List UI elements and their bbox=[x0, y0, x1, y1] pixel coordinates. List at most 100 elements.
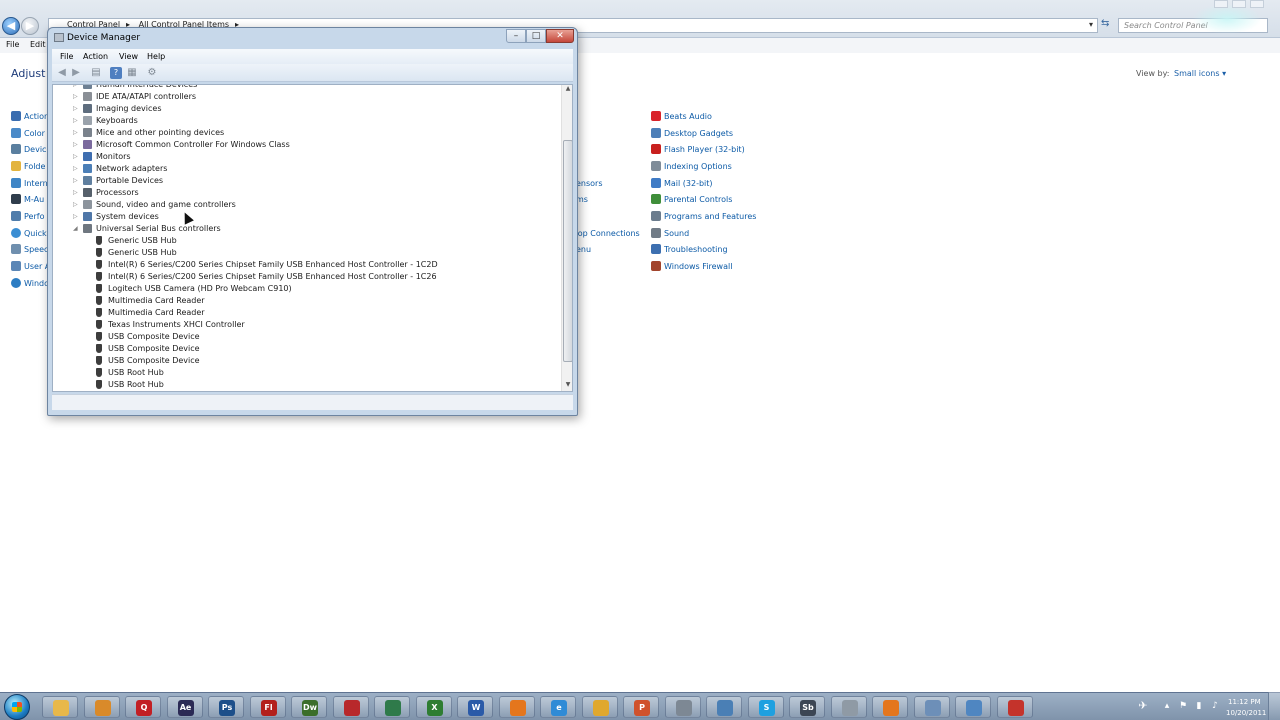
cp-item-internet[interactable]: Intern bbox=[11, 178, 48, 190]
tree-device[interactable]: Logitech USB Camera (HD Pro Webcam C910) bbox=[53, 283, 561, 295]
expand-icon[interactable]: ▷ bbox=[73, 103, 81, 115]
scroll-down-icon[interactable]: ▼ bbox=[562, 381, 572, 391]
taskbar-button[interactable]: Sb bbox=[789, 696, 825, 718]
vertical-scrollbar[interactable]: ▲ ▼ bbox=[561, 85, 572, 391]
show-desktop-button[interactable] bbox=[1268, 692, 1280, 720]
show-hidden-icons-icon[interactable]: ▴ bbox=[1162, 701, 1172, 711]
tree-category[interactable]: ▷ Keyboards bbox=[53, 115, 561, 127]
expand-icon[interactable]: ▷ bbox=[73, 199, 81, 211]
tree-category[interactable]: ▷ Sound, video and game controllers bbox=[53, 199, 561, 211]
menu-help[interactable]: Help bbox=[147, 52, 165, 61]
tree-category[interactable]: ▷ IDE ATA/ATAPI controllers bbox=[53, 91, 561, 103]
expand-icon[interactable]: ▷ bbox=[73, 163, 81, 175]
taskbar-button[interactable] bbox=[913, 696, 950, 718]
maximize-button[interactable] bbox=[1232, 0, 1246, 8]
console-tree-icon[interactable]: ▤ bbox=[90, 67, 102, 79]
expand-icon[interactable]: ▷ bbox=[73, 139, 81, 151]
taskbar-button[interactable]: Q bbox=[125, 696, 161, 718]
taskbar-button[interactable]: Ae bbox=[166, 696, 203, 718]
tree-category[interactable]: ▷ Portable Devices bbox=[53, 175, 561, 187]
tree-category[interactable]: ▷ System devices bbox=[53, 211, 561, 223]
close-button[interactable]: ✕ bbox=[546, 29, 574, 43]
expand-icon[interactable]: ▷ bbox=[73, 151, 81, 163]
taskbar-button[interactable]: Dw bbox=[291, 696, 327, 718]
taskbar-button[interactable]: Fl bbox=[249, 696, 286, 718]
tree-device[interactable]: Intel(R) 6 Series/C200 Series Chipset Fa… bbox=[53, 259, 561, 271]
tree-category[interactable]: ▷ Imaging devices bbox=[53, 103, 561, 115]
taskbar-button[interactable] bbox=[42, 696, 78, 718]
tree-device[interactable]: Multimedia Card Reader bbox=[53, 295, 561, 307]
expand-icon[interactable]: ▷ bbox=[73, 85, 81, 91]
tree-category[interactable]: ▷ Mice and other pointing devices bbox=[53, 127, 561, 139]
expand-icon[interactable]: ▷ bbox=[73, 211, 81, 223]
cp-item-menu[interactable]: enu bbox=[576, 244, 591, 256]
cp-item-performance[interactable]: Perfo bbox=[11, 211, 44, 223]
volume-icon[interactable]: ♪ bbox=[1210, 701, 1220, 711]
cp-item-windows-firewall[interactable]: Windows Firewall bbox=[651, 261, 732, 273]
device-manager-titlebar[interactable]: Device Manager – □ ✕ bbox=[48, 28, 577, 48]
menu-file[interactable]: File bbox=[60, 52, 73, 61]
cp-item-desktop-gadgets[interactable]: Desktop Gadgets bbox=[651, 128, 733, 140]
cp-item-folder[interactable]: Folde bbox=[11, 161, 45, 173]
menu-file[interactable]: File bbox=[6, 40, 19, 49]
tree-category[interactable]: ▷ Monitors bbox=[53, 151, 561, 163]
cp-item-troubleshooting[interactable]: Troubleshooting bbox=[651, 244, 728, 256]
tree-device[interactable]: Texas Instruments XHCI Controller bbox=[53, 319, 561, 331]
cp-item-mail-32-bit[interactable]: Mail (32-bit) bbox=[651, 178, 713, 190]
tree-device[interactable]: Generic USB Hub bbox=[53, 235, 561, 247]
scan-hardware-icon[interactable]: ⚙ bbox=[146, 67, 158, 79]
taskbar-button[interactable] bbox=[955, 696, 991, 718]
expand-icon[interactable]: ▷ bbox=[73, 91, 81, 103]
tree-category[interactable]: ▷ Human Interface Devices bbox=[53, 85, 561, 91]
menu-view[interactable]: View bbox=[119, 52, 138, 61]
tree-device[interactable]: USB Composite Device bbox=[53, 343, 561, 355]
help-icon[interactable]: ? bbox=[110, 67, 122, 79]
clock-time[interactable]: 11:12 PM bbox=[1228, 698, 1261, 706]
taskbar-button[interactable] bbox=[374, 696, 410, 718]
taskbar-button[interactable]: e bbox=[540, 696, 576, 718]
cp-item-flash-player-32-bit[interactable]: Flash Player (32-bit) bbox=[651, 144, 745, 156]
properties-icon[interactable]: ▦ bbox=[126, 67, 138, 79]
network-helper-icon[interactable]: ✈ bbox=[1138, 700, 1148, 711]
forward-button[interactable]: ▶ bbox=[21, 17, 39, 35]
cp-item-color[interactable]: Color bbox=[11, 128, 45, 140]
network-icon[interactable]: ▮ bbox=[1194, 701, 1204, 711]
maximize-button[interactable]: □ bbox=[526, 29, 546, 43]
clock-date[interactable]: 10/20/2011 bbox=[1226, 709, 1266, 717]
expand-icon[interactable]: ▷ bbox=[73, 187, 81, 199]
action-center-icon[interactable]: ⚑ bbox=[1178, 701, 1188, 711]
taskbar-button[interactable]: Ps bbox=[208, 696, 244, 718]
cp-item-sensors[interactable]: ensors bbox=[576, 178, 603, 190]
taskbar-button[interactable] bbox=[872, 696, 908, 718]
refresh-icon[interactable]: ⇆ bbox=[1101, 18, 1109, 29]
close-button[interactable] bbox=[1250, 0, 1264, 8]
device-tree[interactable]: ▷ Human Interface Devices ▷ IDE ATA/ATAPI c… bbox=[52, 84, 573, 392]
taskbar-button[interactable] bbox=[83, 696, 120, 718]
cp-item-parental-controls[interactable]: Parental Controls bbox=[651, 194, 732, 206]
start-button[interactable] bbox=[4, 694, 30, 720]
minimize-button[interactable]: – bbox=[506, 29, 526, 43]
taskbar-button[interactable]: S bbox=[747, 696, 784, 718]
tree-category[interactable]: ▷ Processors bbox=[53, 187, 561, 199]
taskbar-button[interactable] bbox=[996, 696, 1033, 718]
taskbar-button[interactable] bbox=[664, 696, 701, 718]
taskbar-button[interactable] bbox=[498, 696, 535, 718]
cp-item-action-center[interactable]: Action bbox=[11, 111, 49, 123]
expand-icon[interactable]: ▷ bbox=[73, 175, 81, 187]
expand-icon[interactable]: ▷ bbox=[73, 115, 81, 127]
tree-category[interactable]: ▷ Network adapters bbox=[53, 163, 561, 175]
cp-item-m-audio[interactable]: M-Au bbox=[11, 194, 44, 206]
cp-item-speech[interactable]: Speec bbox=[11, 244, 48, 256]
tree-device[interactable]: USB Root Hub bbox=[53, 379, 561, 391]
tree-device[interactable]: USB Root Hub bbox=[53, 367, 561, 379]
scroll-up-icon[interactable]: ▲ bbox=[562, 85, 572, 95]
view-by-dropdown[interactable]: Small icons ▾ bbox=[1174, 69, 1226, 78]
menu-action[interactable]: Action bbox=[83, 52, 108, 61]
cp-item-beats-audio[interactable]: Beats Audio bbox=[651, 111, 712, 123]
cp-item-user-accounts[interactable]: User A bbox=[11, 261, 50, 273]
taskbar-button[interactable]: X bbox=[415, 696, 452, 718]
cp-item-quicktime[interactable]: Quick bbox=[11, 228, 47, 240]
menu-edit[interactable]: Edit bbox=[30, 40, 46, 49]
back-icon[interactable]: ◀ bbox=[56, 67, 68, 79]
minimize-button[interactable] bbox=[1214, 0, 1228, 8]
